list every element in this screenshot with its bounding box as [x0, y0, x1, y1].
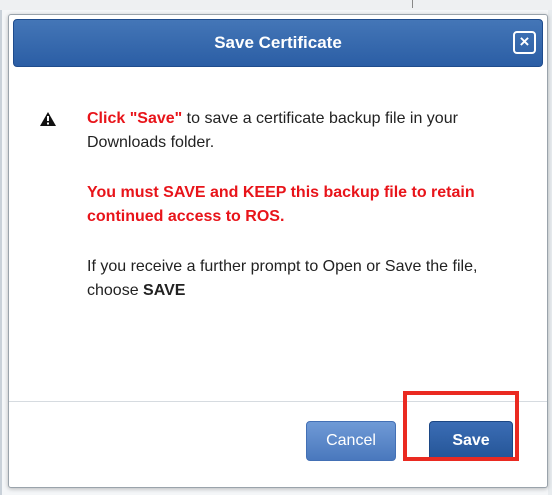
- background-divider: [412, 0, 413, 8]
- cancel-button[interactable]: Cancel: [306, 421, 396, 461]
- save-button[interactable]: Save: [429, 421, 513, 461]
- prompt-text: If you receive a further prompt to Open …: [40, 255, 530, 303]
- background-page-right-edge: [548, 10, 552, 495]
- dialog-titlebar: Save Certificate ×: [13, 19, 543, 67]
- dialog-message: Click "Save" to save a certificate backu…: [40, 107, 530, 303]
- background-page-strip: [0, 0, 552, 10]
- prompt-action: SAVE: [143, 282, 186, 299]
- close-icon[interactable]: ×: [513, 31, 536, 54]
- footer-divider: [9, 401, 547, 402]
- instruction-highlight: Click "Save": [87, 110, 183, 127]
- warning-text: You must SAVE and KEEP this backup file …: [87, 184, 475, 225]
- warning-triangle-icon: [40, 112, 56, 126]
- save-certificate-dialog: Save Certificate × Click "Save" to save …: [8, 14, 548, 488]
- dialog-title: Save Certificate: [214, 33, 342, 52]
- background-page-edge: [0, 10, 2, 495]
- instruction-line: Click "Save" to save a certificate backu…: [40, 107, 530, 155]
